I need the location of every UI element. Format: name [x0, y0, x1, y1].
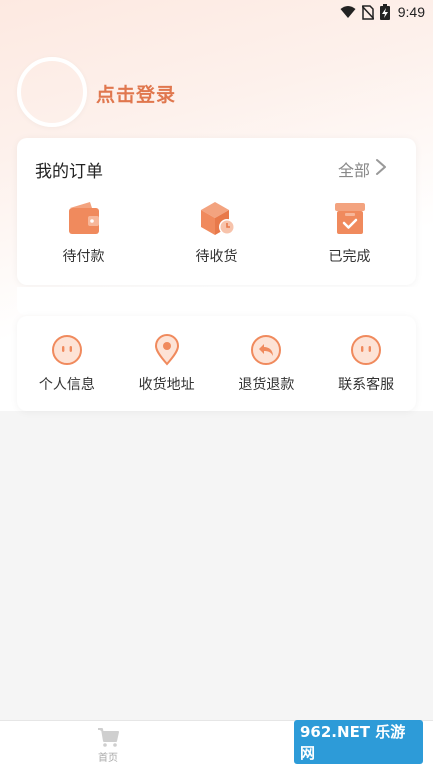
wifi-icon [340, 6, 356, 18]
service-personal-info[interactable]: 个人信息 [19, 334, 115, 394]
nav-home[interactable]: 首页 [92, 727, 124, 764]
orders-row: 待付款 待收货 已完成 [17, 198, 416, 268]
services-row: 个人信息 收货地址 退货退款 联系客服 [17, 334, 416, 394]
nav-home-label: 首页 [98, 753, 118, 764]
order-awaiting-receipt[interactable]: 待收货 [167, 198, 267, 268]
order-label: 待付款 [62, 249, 105, 265]
watermark: 962.NET 乐游网 [294, 720, 429, 766]
customer-service-icon [351, 335, 382, 365]
service-label: 联系客服 [338, 377, 395, 393]
order-label: 待收货 [195, 249, 238, 265]
service-label: 个人信息 [38, 377, 95, 393]
service-label: 退货退款 [238, 377, 295, 393]
order-pending-payment[interactable]: 待付款 [34, 198, 134, 268]
watermark-text: 962.NET 乐游网 [294, 720, 423, 764]
services-card: 个人信息 收货地址 退货退款 联系客服 [17, 316, 416, 411]
chevron-right-icon [376, 159, 386, 175]
status-time: 9:49 [397, 4, 425, 20]
service-customer-support[interactable]: 联系客服 [318, 334, 414, 394]
service-returns[interactable]: 退货退款 [218, 334, 314, 394]
order-label: 已完成 [328, 249, 371, 265]
box-check-icon [334, 203, 365, 234]
wallet-icon [68, 202, 99, 234]
location-pin-icon [154, 334, 179, 366]
orders-all-label: 全部 [337, 161, 370, 180]
divider-strip [17, 287, 416, 315]
shopping-cart-icon [98, 728, 119, 747]
avatar[interactable] [17, 57, 87, 127]
face-icon [51, 335, 82, 365]
orders-title: 我的订单 [35, 162, 103, 182]
orders-card: 我的订单 全部 待付款 待收货 已完成 [17, 138, 416, 285]
login-link[interactable]: 点击登录 [96, 80, 176, 107]
order-completed[interactable]: 已完成 [300, 198, 400, 268]
service-label: 收货地址 [138, 377, 195, 393]
battery-charging-icon [379, 4, 390, 20]
no-sim-icon [361, 4, 374, 20]
service-address[interactable]: 收货地址 [119, 334, 215, 394]
box-clock-icon [200, 202, 235, 235]
status-bar: 9:49 [0, 0, 433, 26]
return-arrow-icon [251, 335, 282, 365]
